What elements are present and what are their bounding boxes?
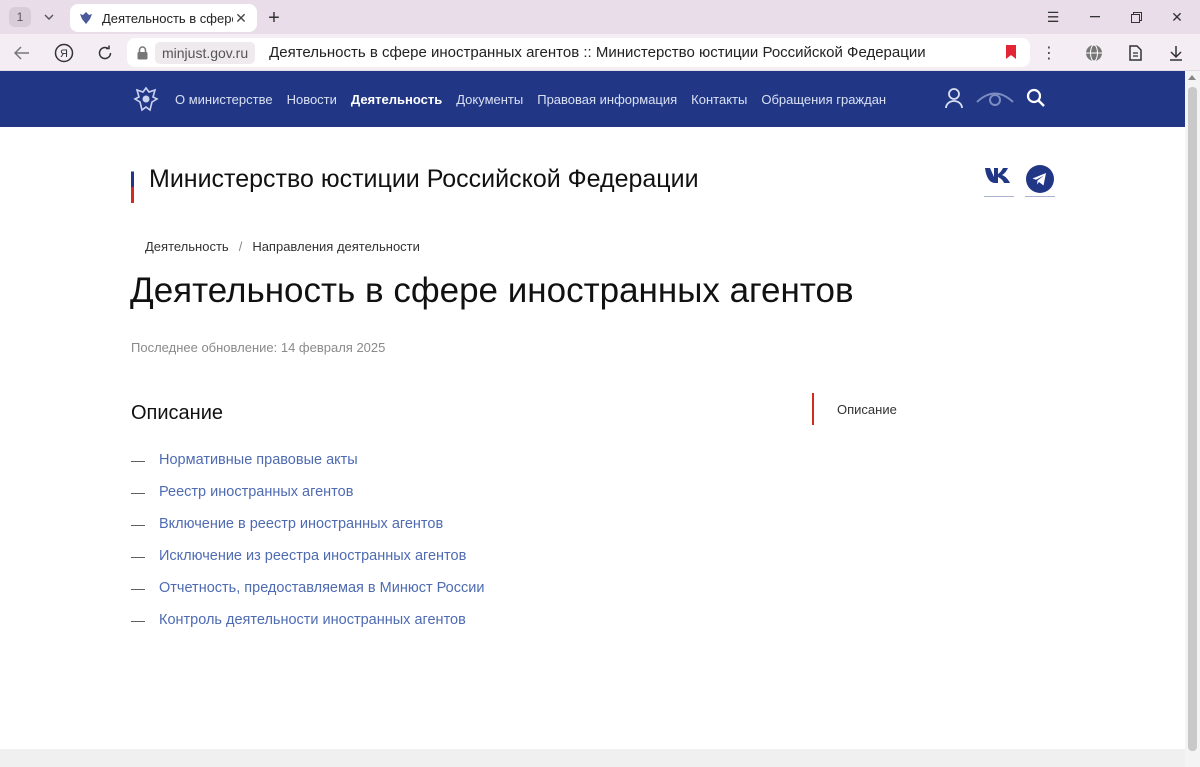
new-tab-button[interactable]: + bbox=[262, 6, 286, 30]
svg-text:Я: Я bbox=[60, 48, 68, 60]
tricolor-bar bbox=[131, 156, 134, 203]
browser-tab-bar: 1 Деятельность в сфере ✕ + ☰ ✕ bbox=[0, 0, 1200, 34]
telegram-icon[interactable] bbox=[1025, 165, 1055, 197]
nav-item-activity[interactable]: Деятельность bbox=[351, 92, 442, 107]
footer-strip bbox=[0, 749, 1185, 767]
site-navigation-bar: О министерстве Новости Деятельность Доку… bbox=[0, 71, 1185, 127]
ministry-emblem-icon[interactable] bbox=[130, 83, 162, 115]
link-registry-exclusion[interactable]: Исключение из реестра иностранных агенто… bbox=[159, 548, 466, 564]
last-updated-text: Последнее обновление: 14 февраля 2025 bbox=[131, 340, 386, 355]
list-item: — Исключение из реестра иностранных аген… bbox=[131, 540, 484, 572]
nav-item-about[interactable]: О министерстве bbox=[175, 92, 273, 107]
list-dash: — bbox=[131, 452, 145, 468]
list-dash: — bbox=[131, 612, 145, 628]
list-item: — Отчетность, предоставляемая в Минюст Р… bbox=[131, 572, 484, 604]
breadcrumb: Деятельность / Направления деятельности bbox=[145, 239, 420, 254]
restore-icon[interactable] bbox=[1124, 6, 1148, 28]
list-item: — Реестр иностранных агентов bbox=[131, 476, 484, 508]
list-dash: — bbox=[131, 548, 145, 564]
reload-icon[interactable] bbox=[93, 41, 117, 65]
nav-item-news[interactable]: Новости bbox=[287, 92, 337, 107]
tab-counter[interactable]: 1 bbox=[9, 7, 31, 27]
close-window-icon[interactable]: ✕ bbox=[1165, 6, 1189, 28]
tab-list-dropdown-icon[interactable] bbox=[38, 7, 60, 27]
list-dash: — bbox=[131, 484, 145, 500]
page-scrollbar[interactable] bbox=[1185, 71, 1200, 767]
tab-title: Деятельность в сфере bbox=[102, 10, 233, 26]
document-link-list: — Нормативные правовые акты — Реестр ино… bbox=[131, 444, 484, 636]
scroll-thumb[interactable] bbox=[1188, 87, 1197, 751]
minimize-icon[interactable] bbox=[1083, 6, 1107, 28]
url-field[interactable]: minjust.gov.ru Деятельность в сфере инос… bbox=[127, 38, 1030, 67]
link-normative-acts[interactable]: Нормативные правовые акты bbox=[159, 452, 358, 468]
yandex-icon[interactable]: Я bbox=[52, 41, 76, 65]
lock-icon bbox=[135, 45, 149, 61]
nav-item-contacts[interactable]: Контакты bbox=[691, 92, 747, 107]
menu-icon[interactable]: ☰ bbox=[1041, 6, 1065, 28]
scroll-up-arrow-icon[interactable] bbox=[1188, 75, 1196, 80]
breadcrumb-separator: / bbox=[238, 239, 243, 254]
user-icon[interactable] bbox=[944, 87, 964, 109]
list-item: — Нормативные правовые акты bbox=[131, 444, 484, 476]
nav-item-legal-info[interactable]: Правовая информация bbox=[537, 92, 677, 107]
more-options-icon[interactable]: ⋮ bbox=[1037, 41, 1061, 65]
ministry-header: Министерство юстиции Российской Федераци… bbox=[131, 156, 699, 203]
list-item: — Контроль деятельности иностранных аген… bbox=[131, 604, 484, 636]
url-page-title: Деятельность в сфере иностранных агентов… bbox=[269, 44, 926, 61]
ministry-title: Министерство юстиции Российской Федераци… bbox=[149, 165, 699, 193]
nav-item-documents[interactable]: Документы bbox=[456, 92, 523, 107]
url-domain: minjust.gov.ru bbox=[155, 41, 256, 64]
breadcrumb-item-directions[interactable]: Направления деятельности bbox=[252, 239, 420, 254]
eye-icon[interactable] bbox=[976, 89, 1014, 107]
close-tab-icon[interactable]: ✕ bbox=[233, 10, 249, 27]
download-icon[interactable] bbox=[1164, 41, 1188, 65]
link-agents-registry[interactable]: Реестр иностранных агентов bbox=[159, 484, 353, 500]
translate-globe-icon[interactable] bbox=[1082, 41, 1106, 65]
list-item: — Включение в реестр иностранных агентов bbox=[131, 508, 484, 540]
search-icon[interactable] bbox=[1026, 88, 1046, 108]
collections-icon[interactable] bbox=[1124, 41, 1148, 65]
bookmark-icon[interactable] bbox=[1006, 45, 1016, 59]
address-bar-row: Я minjust.gov.ru Деятельность в сфере ин… bbox=[0, 34, 1200, 71]
toc-item-description[interactable]: Описание bbox=[812, 393, 897, 425]
page-title: Деятельность в сфере иностранных агентов bbox=[130, 271, 854, 310]
breadcrumb-item-activity[interactable]: Деятельность bbox=[145, 239, 229, 254]
back-arrow-icon[interactable] bbox=[10, 41, 34, 65]
nav-tools bbox=[944, 87, 1058, 109]
link-reporting[interactable]: Отчетность, предоставляемая в Минюст Рос… bbox=[159, 580, 484, 596]
list-dash: — bbox=[131, 580, 145, 596]
ministry-emblem-icon bbox=[78, 10, 94, 26]
browser-tab[interactable]: Деятельность в сфере ✕ bbox=[70, 4, 257, 32]
link-activity-control[interactable]: Контроль деятельности иностранных агенто… bbox=[159, 612, 466, 628]
list-dash: — bbox=[131, 516, 145, 532]
vk-icon[interactable] bbox=[984, 165, 1014, 197]
section-title: Описание bbox=[131, 402, 224, 424]
main-menu: О министерстве Новости Деятельность Доку… bbox=[175, 71, 900, 127]
link-registry-inclusion[interactable]: Включение в реестр иностранных агентов bbox=[159, 516, 443, 532]
nav-item-appeals[interactable]: Обращения граждан bbox=[761, 92, 886, 107]
